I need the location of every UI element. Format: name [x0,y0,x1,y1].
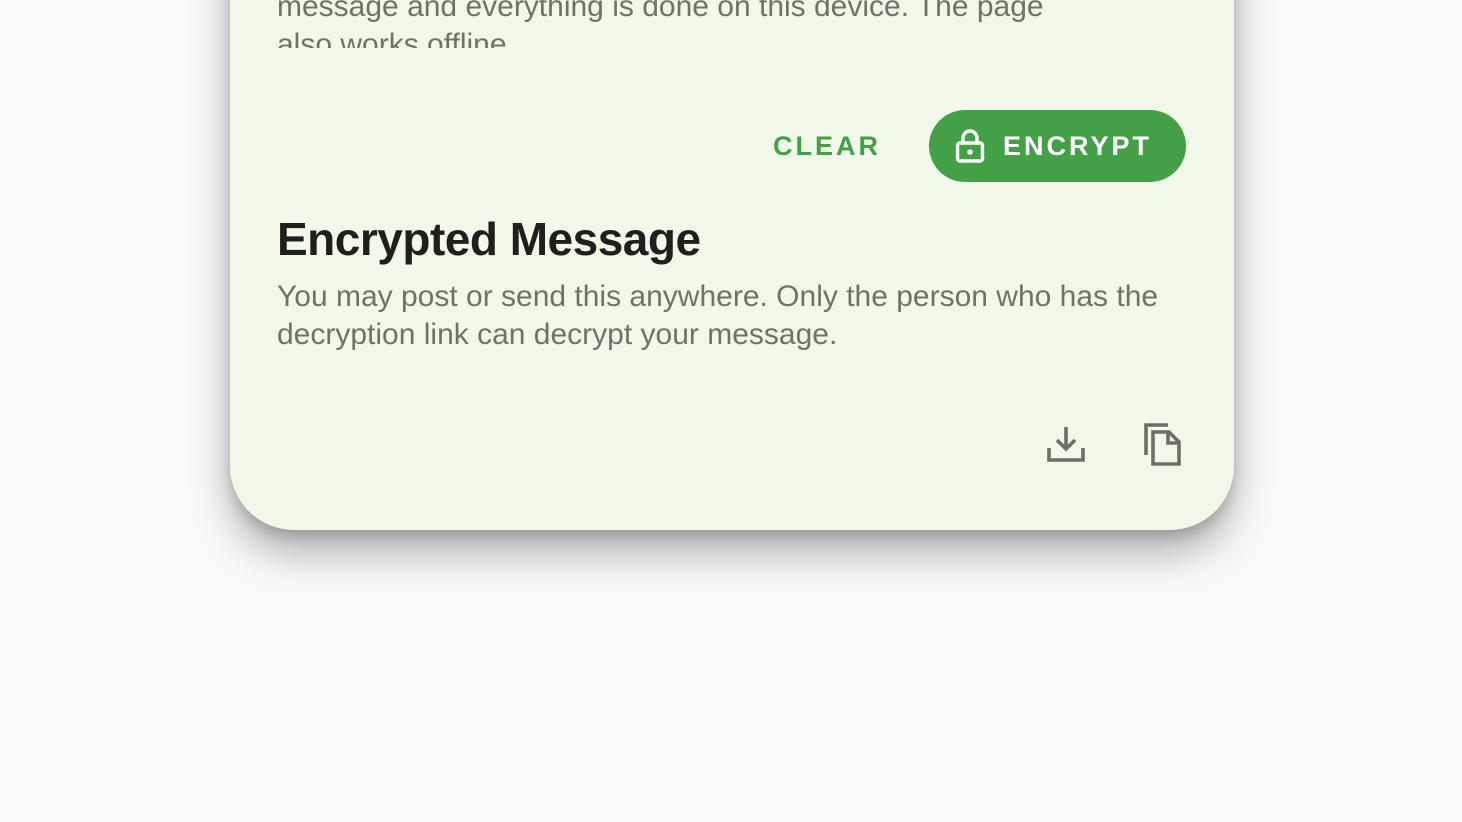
action-bar: CLEAR ENCRYPT [759,110,1186,182]
intro-line-2: also works offline. [277,28,515,48]
encrypted-message-description: You may post or send this anywhere. Only… [277,280,1159,351]
encrypt-button-label: ENCRYPT [1002,130,1152,161]
intro-line-1: message and everything is done on this d… [277,0,1044,23]
download-icon [1046,424,1086,469]
intro-description: message and everything is done on this d… [277,0,1187,48]
copy-button[interactable] [1134,418,1190,474]
encrypted-message-title: Encrypted Message [277,213,701,265]
lock-icon [955,129,985,163]
encrypt-button[interactable]: ENCRYPT [928,110,1186,182]
copy-icon [1142,421,1182,472]
encryption-card: message and everything is done on this d… [230,0,1234,530]
clear-button[interactable]: CLEAR [759,121,895,172]
download-button[interactable] [1038,418,1094,474]
output-actions [1038,418,1190,474]
